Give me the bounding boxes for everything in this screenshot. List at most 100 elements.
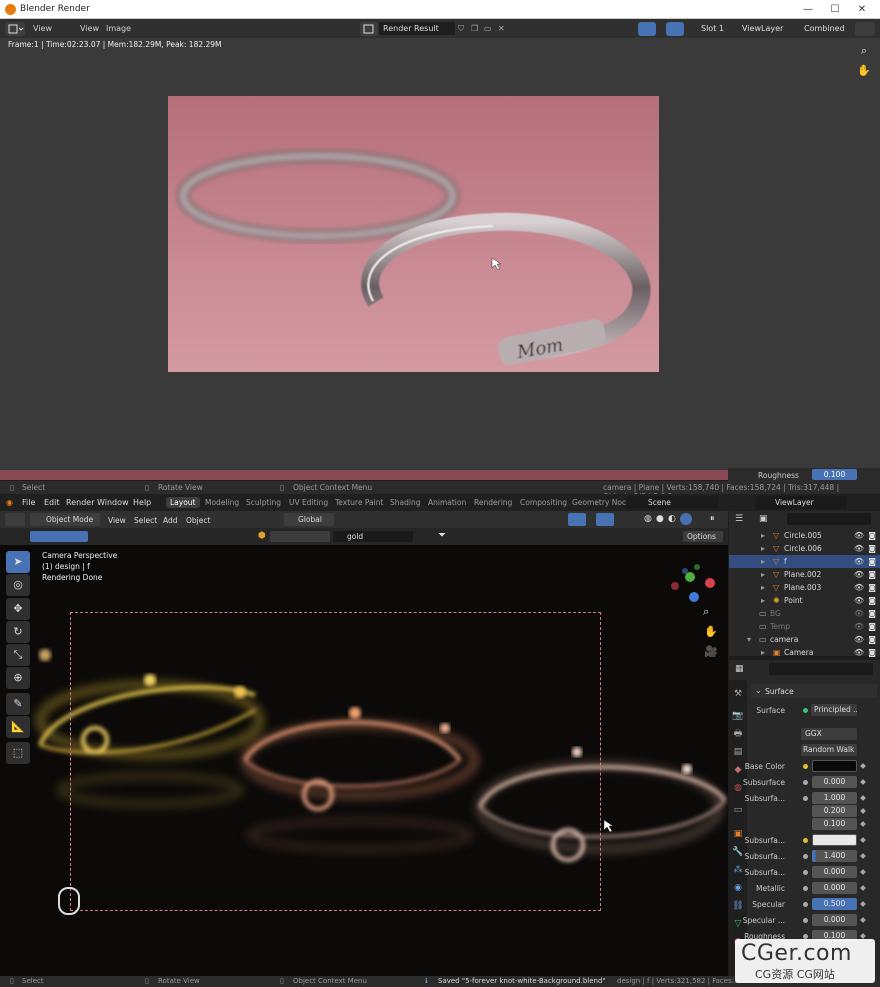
value-field-10[interactable]: 0.000 bbox=[812, 914, 857, 926]
shading-material-icon[interactable]: ◐ bbox=[668, 514, 676, 524]
surface-panel-header[interactable]: ⌄ Surface bbox=[751, 684, 877, 698]
expand-arrow-icon[interactable]: ▸ bbox=[761, 648, 765, 657]
outliner-row[interactable]: ▸ ▽ f 👁 ◙ bbox=[729, 555, 880, 568]
overlay-toggle-icon[interactable] bbox=[596, 513, 614, 526]
particles-tab-icon[interactable]: ⁂ bbox=[732, 864, 744, 876]
render-camera-icon[interactable]: ◙ bbox=[868, 635, 876, 644]
expand-arrow-icon[interactable]: ▸ bbox=[761, 544, 765, 553]
image-browse-icon[interactable] bbox=[360, 22, 378, 36]
slot-select[interactable]: Slot 1 bbox=[697, 22, 735, 35]
expand-arrow-icon[interactable]: ▾ bbox=[747, 635, 751, 644]
visibility-filters[interactable] bbox=[270, 531, 330, 542]
editor-type-button[interactable] bbox=[5, 22, 25, 36]
new-image-icon[interactable]: ❐ bbox=[471, 24, 478, 33]
pan-hand-icon[interactable]: ✋ bbox=[856, 64, 872, 80]
open-image-icon[interactable]: ▭ bbox=[484, 24, 492, 33]
close-button[interactable]: ✕ bbox=[852, 2, 872, 17]
shading-rendered-icon[interactable] bbox=[680, 513, 692, 525]
distribution-select[interactable]: GGX bbox=[801, 728, 857, 740]
modifier-tab-icon[interactable]: 🔧 bbox=[732, 846, 744, 858]
menu-render[interactable]: Render bbox=[66, 498, 94, 507]
expand-arrow-icon[interactable]: ▸ bbox=[761, 531, 765, 540]
menu-view[interactable]: View bbox=[80, 24, 99, 33]
vp-menu-object[interactable]: Object bbox=[186, 516, 210, 525]
gizmo-toggle-icon[interactable] bbox=[568, 513, 586, 526]
move-tool-icon[interactable]: ✥ bbox=[6, 598, 30, 620]
pause-render-icon[interactable]: ⏸ bbox=[710, 514, 715, 524]
maximize-button[interactable]: ☐ bbox=[825, 2, 845, 17]
tab-animation[interactable]: Animation bbox=[428, 498, 466, 507]
visibility-eye-icon[interactable]: 👁 bbox=[854, 531, 864, 540]
outliner-row[interactable]: ▸ ✺ Point 👁 ◙ bbox=[729, 594, 880, 607]
3d-viewport[interactable]: Camera Perspective (1) design | f Render… bbox=[0, 545, 728, 976]
visibility-eye-icon[interactable]: 👁 bbox=[854, 596, 864, 605]
select-tool-icon[interactable]: ➤ bbox=[6, 551, 30, 573]
subsurface-method-select[interactable]: Random Walk bbox=[801, 744, 857, 756]
outliner-search[interactable] bbox=[787, 513, 871, 525]
vp-menu-view[interactable]: View bbox=[108, 516, 126, 525]
render-camera-icon[interactable]: ◙ bbox=[868, 622, 876, 631]
value-field-4[interactable]: 0.100 bbox=[812, 818, 857, 830]
menu-image[interactable]: Image bbox=[106, 24, 131, 33]
value-field-1[interactable]: 0.000 bbox=[812, 776, 857, 788]
scale-tool-icon[interactable]: ⤡ bbox=[6, 644, 30, 666]
pass-select[interactable]: Combined bbox=[800, 22, 848, 35]
fake-user-icon[interactable]: ⛉ bbox=[458, 24, 464, 34]
orientation-select[interactable]: Global bbox=[284, 513, 334, 526]
display-mode-icon[interactable]: ▣ bbox=[759, 514, 768, 524]
vp-menu-select[interactable]: Select bbox=[134, 516, 157, 525]
overlay-icon[interactable] bbox=[666, 22, 684, 36]
outliner-row[interactable]: ▸ ▽ Circle.006 👁 ◙ bbox=[729, 542, 880, 555]
outliner-row[interactable]: ▸ ▽ Plane.002 👁 ◙ bbox=[729, 568, 880, 581]
outliner-row[interactable]: ▭ Temp 👁 ◙ bbox=[729, 620, 880, 633]
view-layer-tab-icon[interactable]: ▤ bbox=[732, 746, 744, 758]
render-camera-icon[interactable]: ◙ bbox=[868, 544, 876, 553]
render-camera-icon[interactable]: ◙ bbox=[868, 557, 876, 566]
value-field-7[interactable]: 0.000 bbox=[812, 866, 857, 878]
scene-selector[interactable]: Scene bbox=[626, 496, 718, 509]
properties-type-icon[interactable]: ▦ bbox=[735, 664, 744, 674]
outliner-row[interactable]: ▭ BG 👁 ◙ bbox=[729, 607, 880, 620]
render-camera-icon[interactable]: ◙ bbox=[868, 609, 876, 618]
vp-camera-icon[interactable]: 🎥 bbox=[704, 645, 718, 658]
image-name-field[interactable]: Render Result bbox=[379, 22, 455, 35]
editor-type-3d-icon[interactable] bbox=[5, 513, 25, 526]
value-field-6[interactable]: 1.400 bbox=[812, 850, 857, 862]
scene-tab-icon[interactable]: ◆ bbox=[732, 764, 744, 776]
render-camera-icon[interactable]: ◙ bbox=[868, 648, 876, 657]
viewport-search-input[interactable]: gold bbox=[333, 531, 413, 542]
expand-arrow-icon[interactable]: ▸ bbox=[761, 570, 765, 579]
render-camera-icon[interactable]: ◙ bbox=[868, 570, 876, 579]
visibility-eye-icon[interactable]: 👁 bbox=[854, 635, 864, 644]
sample-tool-icon[interactable] bbox=[638, 22, 656, 36]
value-field-9[interactable]: 0.500 bbox=[812, 898, 857, 910]
color-swatch-5[interactable] bbox=[812, 834, 857, 846]
display-channels-icon[interactable] bbox=[855, 22, 875, 36]
visibility-eye-icon[interactable]: 👁 bbox=[854, 570, 864, 579]
annotate-tool-icon[interactable]: ✎ bbox=[6, 693, 30, 715]
menu-file[interactable]: File bbox=[22, 498, 35, 507]
strip-roughness-field[interactable]: 0.100 bbox=[812, 469, 857, 480]
select-mode-buttons[interactable] bbox=[30, 531, 88, 542]
tool-tab-icon[interactable]: ⚒ bbox=[732, 688, 744, 700]
color-swatch-0[interactable] bbox=[812, 760, 857, 772]
menu-edit[interactable]: Edit bbox=[44, 498, 60, 507]
view-layer-select[interactable]: ViewLayer bbox=[738, 22, 794, 35]
visibility-eye-icon[interactable]: 👁 bbox=[854, 648, 864, 657]
expand-arrow-icon[interactable]: ▸ bbox=[761, 596, 765, 605]
visibility-eye-icon[interactable]: 👁 bbox=[854, 544, 864, 553]
collection-tab-icon[interactable]: ▭ bbox=[732, 804, 744, 816]
visibility-eye-icon[interactable]: 👁 bbox=[854, 622, 864, 631]
render-camera-icon[interactable]: ◙ bbox=[868, 596, 876, 605]
value-field-2[interactable]: 1.000 bbox=[812, 792, 857, 804]
visibility-eye-icon[interactable]: 👁 bbox=[854, 583, 864, 592]
vp-zoom-icon[interactable]: ⌕ bbox=[703, 605, 709, 619]
tab-texture-paint[interactable]: Texture Paint bbox=[335, 498, 383, 507]
add-cube-tool-icon[interactable]: ⬚ bbox=[6, 742, 30, 764]
outliner-row[interactable]: ▸ ▣ Camera 👁 ◙ bbox=[729, 646, 880, 659]
render-camera-icon[interactable]: ◙ bbox=[868, 531, 876, 540]
shading-solid-icon[interactable]: ● bbox=[656, 514, 664, 524]
vp-pan-icon[interactable]: ✋ bbox=[704, 625, 718, 638]
tab-sculpting[interactable]: Sculpting bbox=[246, 498, 281, 507]
tab-layout[interactable]: Layout bbox=[166, 497, 200, 508]
